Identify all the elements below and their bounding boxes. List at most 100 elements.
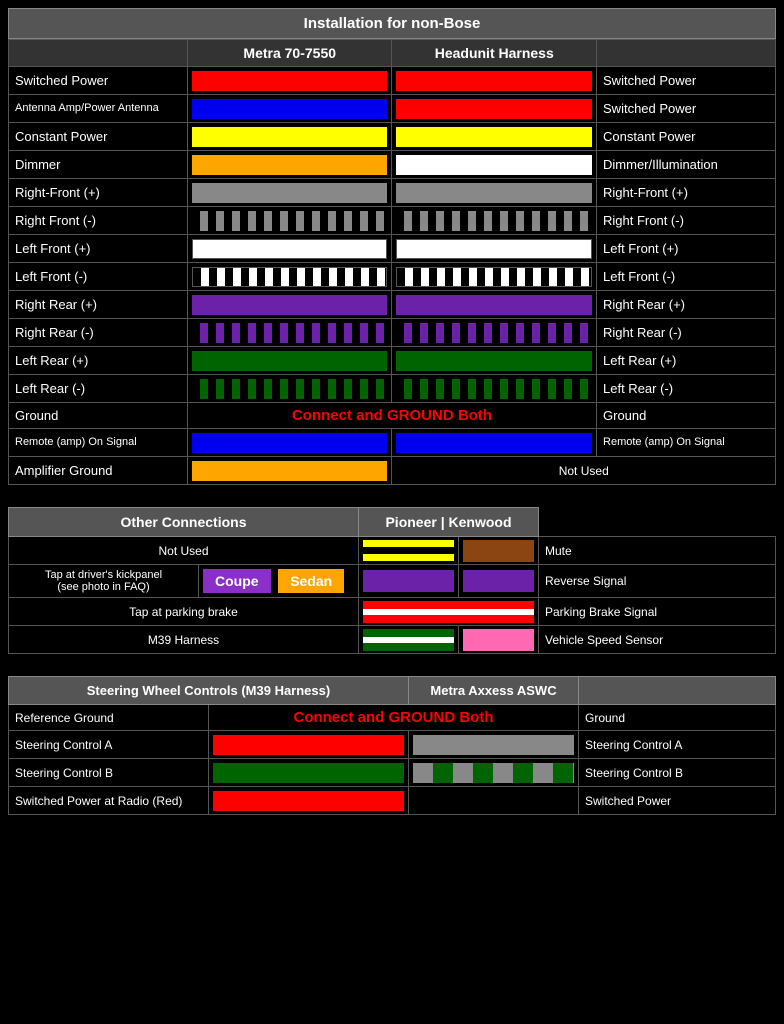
row-right-label: Right Rear (+) <box>597 291 776 319</box>
not-used-cell: Not Used <box>392 457 776 485</box>
oc-right-label: Parking Brake Signal <box>539 598 776 626</box>
sw-aswc-wire <box>409 731 579 759</box>
headunit-wire <box>392 151 597 179</box>
row-right-label: Right Rear (-) <box>597 319 776 347</box>
table-row: Right Front (-) Right Front (-) <box>9 207 776 235</box>
headunit-wire <box>392 263 597 291</box>
row-label: Dimmer <box>9 151 188 179</box>
metra-wire <box>187 151 392 179</box>
row-label: Left Front (-) <box>9 263 188 291</box>
section2-header-row: Other Connections Pioneer | Kenwood <box>9 508 776 537</box>
row-label: Constant Power <box>9 123 188 151</box>
pioneer-wire <box>359 537 459 565</box>
row-label: Left Rear (-) <box>9 375 188 403</box>
table-row: Steering Control A Steering Control A <box>9 731 776 759</box>
sw-aswc-wire <box>409 759 579 787</box>
row-right-label: Switched Power <box>597 67 776 95</box>
row-label: Amplifier Ground <box>9 457 188 485</box>
pioneer-wire <box>459 626 539 654</box>
row-right-label: Remote (amp) On Signal <box>597 429 776 457</box>
metra-wire <box>187 123 392 151</box>
row-right-label: Left Rear (+) <box>597 347 776 375</box>
row-label: Antenna Amp/Power Antenna <box>9 95 188 123</box>
table-row: Left Front (+) Left Front (+) <box>9 235 776 263</box>
row-right-label: Right Front (-) <box>597 207 776 235</box>
metra-wire <box>359 626 459 654</box>
pioneer-wire <box>359 598 539 626</box>
table-row: Left Front (-) Left Front (-) <box>9 263 776 291</box>
table-row: Left Rear (-) Left Rear (-) <box>9 375 776 403</box>
sw-metra-wire <box>209 731 409 759</box>
main-table: Metra 70-7550 Headunit Harness Switched … <box>8 39 776 485</box>
connect-ground-text: Connect and GROUND Both <box>292 407 492 424</box>
connect-ground-cell: Connect and GROUND Both <box>187 403 596 429</box>
metra-wire <box>187 291 392 319</box>
sw-right-label: Ground <box>579 705 776 731</box>
col-header-empty <box>9 40 188 67</box>
pioneer-wire <box>359 565 459 598</box>
sw-right-label: Steering Control B <box>579 759 776 787</box>
sedan-button[interactable]: Sedan <box>278 569 344 593</box>
metra-wire <box>187 207 392 235</box>
sw-right-label: Steering Control A <box>579 731 776 759</box>
headunit-wire <box>392 67 597 95</box>
sw-connect-text: Connect and GROUND Both <box>293 709 493 726</box>
table-row: Constant Power Constant Power <box>9 123 776 151</box>
row-right-label: Right-Front (+) <box>597 179 776 207</box>
headunit-wire <box>392 123 597 151</box>
table-row: Steering Control B Steering Control B <box>9 759 776 787</box>
metra-wire <box>187 457 392 485</box>
sw-right-label: Switched Power <box>579 787 776 815</box>
section3-header-row: Steering Wheel Controls (M39 Harness) Me… <box>9 677 776 705</box>
sw-left-label: Switched Power at Radio (Red) <box>9 787 209 815</box>
table-row: Reference Ground Connect and GROUND Both… <box>9 705 776 731</box>
row-label: Left Front (+) <box>9 235 188 263</box>
table-row: Remote (amp) On Signal Remote (amp) On S… <box>9 429 776 457</box>
section1-header: Installation for non-Bose <box>8 8 776 39</box>
section2-table: Other Connections Pioneer | Kenwood Not … <box>8 507 776 654</box>
sw-metra-wire <box>209 759 409 787</box>
row-right-label: Left Rear (-) <box>597 375 776 403</box>
kenwood-wire <box>459 565 539 598</box>
row-right-label: Left Front (+) <box>597 235 776 263</box>
row-label: Ground <box>9 403 188 429</box>
metra-wire <box>187 95 392 123</box>
table-row: Dimmer Dimmer/Illumination <box>9 151 776 179</box>
row-right-label: Dimmer/Illumination <box>597 151 776 179</box>
oc-left-label: Not Used <box>9 537 359 565</box>
row-label: Remote (amp) On Signal <box>9 429 188 457</box>
row-label: Right Rear (-) <box>9 319 188 347</box>
kenwood-wire <box>459 537 539 565</box>
row-right-label: Constant Power <box>597 123 776 151</box>
metra-wire <box>187 319 392 347</box>
sw-connect-cell: Connect and GROUND Both <box>209 705 579 731</box>
metra-wire <box>187 347 392 375</box>
table-row: Right Rear (-) Right Rear (-) <box>9 319 776 347</box>
coupe-button[interactable]: Coupe <box>203 569 271 593</box>
col-header-metra: Metra 70-7550 <box>187 40 392 67</box>
oc-right-label: Reverse Signal <box>539 565 776 598</box>
col-header-headunit: Headunit Harness <box>392 40 597 67</box>
table-row: Switched Power at Radio (Red) Switched P… <box>9 787 776 815</box>
col-header-right-empty <box>597 40 776 67</box>
column-headers-row: Metra 70-7550 Headunit Harness <box>9 40 776 67</box>
metra-wire <box>187 263 392 291</box>
row-right-label: Ground <box>597 403 776 429</box>
section3-header-left: Steering Wheel Controls (M39 Harness) <box>9 677 409 705</box>
table-row: Not Used Mute <box>9 537 776 565</box>
sw-left-label: Steering Control A <box>9 731 209 759</box>
table-row: Switched Power Switched Power <box>9 67 776 95</box>
sw-left-label: Reference Ground <box>9 705 209 731</box>
headunit-wire <box>392 347 597 375</box>
metra-wire <box>187 429 392 457</box>
main-container: Installation for non-Bose Metra 70-7550 … <box>0 0 784 823</box>
headunit-wire <box>392 235 597 263</box>
table-row: Tap at parking brake Parking Brake Signa… <box>9 598 776 626</box>
metra-wire <box>187 67 392 95</box>
table-row: Amplifier Ground Not Used <box>9 457 776 485</box>
section2-header-right: Pioneer | Kenwood <box>359 508 539 537</box>
section3-table: Steering Wheel Controls (M39 Harness) Me… <box>8 676 776 815</box>
table-row: M39 Harness Vehicle Speed Sensor <box>9 626 776 654</box>
metra-wire <box>187 179 392 207</box>
row-label: Left Rear (+) <box>9 347 188 375</box>
